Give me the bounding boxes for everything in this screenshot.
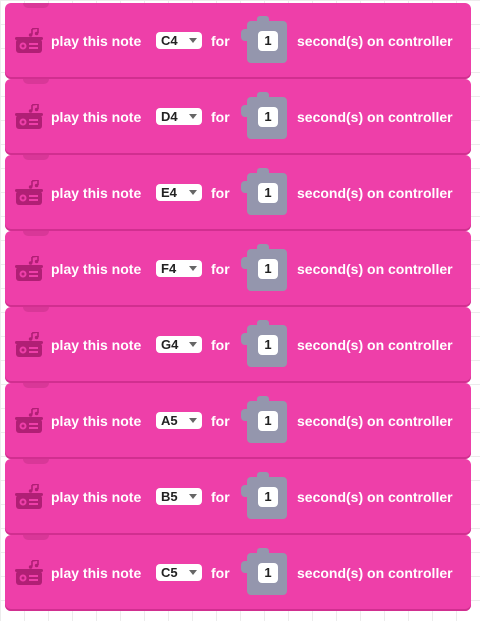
note-value: D4 [161,109,178,124]
block-notch [23,535,49,540]
caret-down-icon [189,114,197,119]
code-workspace: play this note C4 for 1 second(s) on con… [0,0,480,621]
caret-down-icon [189,190,197,195]
note-dropdown[interactable]: C4 [156,32,202,49]
radio-music-icon [15,484,43,509]
seconds-controller-label: second(s) on controller [297,109,453,125]
seconds-controller-label: second(s) on controller [297,565,453,581]
seconds-controller-label: second(s) on controller [297,489,453,505]
play-note-block[interactable]: play this note F4 for 1 second(s) on con… [5,231,471,307]
duration-input[interactable]: 1 [258,563,278,583]
radio-music-icon [15,180,43,205]
play-note-label: play this note [51,565,142,581]
block-notch [23,155,49,160]
note-value: F4 [161,261,177,276]
play-note-block[interactable]: play this note G4 for 1 second(s) on con… [5,307,471,383]
caret-down-icon [189,494,197,499]
play-note-label: play this note [51,261,142,277]
block-notch [23,307,49,312]
block-notch [23,79,49,84]
for-label: for [211,565,230,581]
caret-down-icon [189,266,197,271]
radio-music-icon [15,256,43,281]
radio-music-icon [15,332,43,357]
for-label: for [211,337,230,353]
radio-music-icon [15,560,43,585]
play-note-block[interactable]: play this note A5 for 1 second(s) on con… [5,383,471,459]
note-value: G4 [161,337,179,352]
for-label: for [211,413,230,429]
seconds-controller-label: second(s) on controller [297,33,453,49]
caret-down-icon [189,38,197,43]
play-note-label: play this note [51,489,142,505]
note-value: E4 [161,185,177,200]
for-label: for [211,261,230,277]
duration-input[interactable]: 1 [258,107,278,127]
play-note-label: play this note [51,33,142,49]
play-note-block[interactable]: play this note C5 for 1 second(s) on con… [5,535,471,611]
note-dropdown[interactable]: A5 [156,412,202,429]
seconds-controller-label: second(s) on controller [297,337,453,353]
play-note-block[interactable]: play this note C4 for 1 second(s) on con… [5,3,471,79]
duration-input[interactable]: 1 [258,31,278,51]
note-value: C4 [161,33,178,48]
for-label: for [211,33,230,49]
note-dropdown[interactable]: G4 [156,336,202,353]
caret-down-icon [189,418,197,423]
duration-input[interactable]: 1 [258,411,278,431]
block-notch [23,383,49,388]
caret-down-icon [189,342,197,347]
radio-music-icon [15,408,43,433]
for-label: for [211,185,230,201]
block-notch [23,3,49,8]
caret-down-icon [189,570,197,575]
duration-input[interactable]: 1 [258,183,278,203]
play-note-block[interactable]: play this note D4 for 1 second(s) on con… [5,79,471,155]
play-note-block[interactable]: play this note E4 for 1 second(s) on con… [5,155,471,231]
note-value: A5 [161,413,178,428]
seconds-controller-label: second(s) on controller [297,413,453,429]
play-note-label: play this note [51,413,142,429]
block-notch [23,231,49,236]
seconds-controller-label: second(s) on controller [297,261,453,277]
play-note-label: play this note [51,337,142,353]
seconds-controller-label: second(s) on controller [297,185,453,201]
note-value: B5 [161,489,178,504]
note-dropdown[interactable]: E4 [156,184,202,201]
note-value: C5 [161,565,178,580]
radio-music-icon [15,28,43,53]
note-dropdown[interactable]: F4 [156,260,202,277]
play-note-block[interactable]: play this note B5 for 1 second(s) on con… [5,459,471,535]
duration-input[interactable]: 1 [258,335,278,355]
for-label: for [211,489,230,505]
for-label: for [211,109,230,125]
radio-music-icon [15,104,43,129]
play-note-label: play this note [51,109,142,125]
duration-input[interactable]: 1 [258,259,278,279]
note-dropdown[interactable]: D4 [156,108,202,125]
play-note-label: play this note [51,185,142,201]
note-dropdown[interactable]: C5 [156,564,202,581]
duration-input[interactable]: 1 [258,487,278,507]
block-notch [23,459,49,464]
note-dropdown[interactable]: B5 [156,488,202,505]
